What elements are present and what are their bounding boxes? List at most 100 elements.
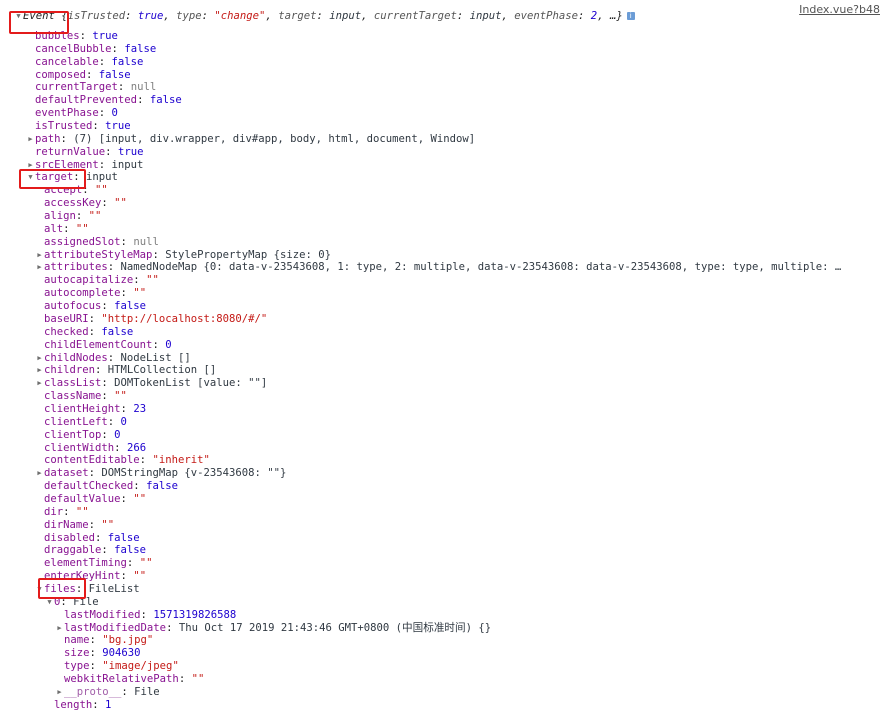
expand-triangle-icon[interactable]: ▶ — [55, 686, 64, 699]
property-row[interactable]: ▼ target: input — [26, 171, 118, 184]
expand-triangle-icon[interactable]: ▼ — [14, 10, 23, 23]
property-value: false — [124, 42, 157, 55]
property-value: null — [133, 235, 159, 248]
property-colon: : — [117, 81, 131, 94]
property-value: "image/jpeg" — [102, 660, 179, 673]
property-key: bubbles — [35, 30, 80, 42]
property-row[interactable]: ▼ files: FileList — [35, 582, 140, 596]
property-key: enterKeyHint — [44, 570, 121, 583]
property-key: elementTiming — [44, 557, 127, 570]
property-key: defaultPrevented — [35, 94, 138, 107]
property-key: baseURI — [44, 312, 89, 325]
property-value: "" — [139, 557, 153, 570]
property-colon: : — [120, 492, 134, 505]
property-value: false — [101, 325, 134, 338]
property-row[interactable]: ▶ attributes: NamedNodeMap {0: data-v-235… — [35, 261, 841, 274]
summary-colon: : — [316, 10, 330, 22]
property-colon: : — [166, 621, 179, 634]
property-value: "http://localhost:8080/#/" — [101, 312, 268, 325]
expand-triangle-icon[interactable]: ▶ — [35, 364, 44, 377]
property-row[interactable]: ▶ path: (7) [input, div.wrapper, div#app,… — [26, 133, 475, 146]
expand-triangle-icon[interactable]: ▶ — [35, 249, 44, 262]
expand-triangle-icon[interactable]: ▶ — [35, 467, 44, 480]
property-colon: : — [89, 634, 103, 647]
property-value: "" — [114, 197, 127, 210]
event-name: Event — [23, 10, 55, 22]
property-row[interactable]: ▼ 0: File — [45, 595, 99, 609]
expand-triangle-icon[interactable]: ▶ — [35, 352, 44, 365]
property-row[interactable]: ▶ dataset: DOMStringMap {v-23543608: ""} — [35, 467, 286, 480]
property-row: currentTarget: null — [26, 81, 156, 94]
expand-triangle-icon[interactable]: ▶ — [35, 377, 44, 390]
property-value: "" — [114, 390, 127, 403]
property-row: cancelable: false — [26, 56, 143, 69]
property-value: File — [134, 685, 160, 698]
property-key: eventPhase — [35, 107, 99, 120]
property-colon: : — [98, 107, 112, 120]
property-key: className — [44, 390, 102, 403]
property-colon: : — [89, 647, 103, 660]
summary-value: input — [469, 10, 502, 22]
property-colon: : — [101, 377, 115, 390]
property-row: clientHeight: 23 — [35, 403, 146, 416]
expand-triangle-icon[interactable]: ▶ — [35, 261, 44, 274]
property-key: files — [44, 582, 76, 595]
property-row[interactable]: ▶ lastModifiedDate: Thu Oct 17 2019 21:43… — [55, 622, 491, 635]
property-value: false — [146, 480, 178, 493]
property-value: false — [98, 68, 131, 81]
property-key: clientLeft — [44, 415, 108, 428]
property-colon: : — [107, 261, 121, 274]
property-row: className: "" — [35, 390, 127, 403]
property-row[interactable]: ▶ attributeStyleMap: StylePropertyMap {si… — [35, 249, 331, 262]
property-key: size — [64, 647, 90, 660]
property-value: FileList — [88, 582, 140, 595]
property-colon: : — [101, 428, 115, 441]
property-colon: : — [92, 120, 106, 133]
property-key: path — [35, 132, 61, 145]
property-key: accessKey — [44, 197, 102, 210]
property-colon: : — [107, 351, 121, 364]
property-value: true — [117, 145, 144, 158]
expand-triangle-icon[interactable]: ▶ — [26, 133, 35, 146]
info-icon[interactable]: i — [626, 12, 635, 20]
summary-value: input — [329, 10, 362, 22]
summary-separator: , — [163, 10, 177, 22]
property-row[interactable]: ▶ srcElement: input — [26, 159, 143, 172]
property-key: disabled — [44, 531, 96, 544]
summary-value: true — [137, 10, 164, 22]
property-value: File — [73, 595, 99, 608]
property-row: lastModified: 1571319826588 — [55, 609, 236, 622]
property-colon: : — [82, 184, 96, 197]
property-row: accept: "" — [35, 184, 108, 197]
property-value: false — [114, 300, 147, 313]
property-row[interactable]: ▶ classList: DOMTokenList [value: ""] — [35, 377, 267, 390]
property-key: dataset — [44, 467, 89, 480]
expand-triangle-icon[interactable]: ▶ — [55, 622, 64, 635]
property-colon: : — [139, 454, 153, 467]
property-row[interactable]: ▶ children: HTMLCollection [] — [35, 364, 216, 377]
property-key: dirName — [44, 518, 89, 531]
property-value: NodeList [] — [120, 351, 191, 364]
property-row[interactable]: ▶ childNodes: NodeList [] — [35, 351, 191, 365]
summary-key: target — [278, 10, 317, 22]
collapse-triangle-icon[interactable]: ▼ — [35, 583, 44, 596]
source-link[interactable]: Index.vue?b48 — [799, 3, 880, 16]
property-value: true — [105, 120, 131, 133]
collapse-triangle-icon[interactable]: ▼ — [26, 171, 35, 184]
summary-colon: : — [578, 10, 591, 22]
summary-key: currentTarget — [373, 10, 457, 22]
property-colon: : — [73, 171, 87, 184]
summary-separator: , — [501, 10, 515, 22]
property-colon: : — [101, 300, 115, 313]
event-header-row[interactable]: ▼ Event {isTrusted: true, type: "change",… — [14, 10, 635, 23]
summary-tail: , …} — [597, 10, 623, 22]
property-key: isTrusted — [35, 120, 93, 133]
property-key: type — [64, 660, 90, 673]
property-value: "" — [146, 274, 159, 287]
property-row[interactable]: ▶ __proto__: File — [55, 685, 160, 699]
property-colon: : — [101, 390, 115, 403]
collapse-triangle-icon[interactable]: ▼ — [45, 596, 54, 609]
expand-triangle-icon[interactable]: ▶ — [26, 159, 35, 172]
property-value: "" — [133, 492, 147, 505]
property-row: childElementCount: 0 — [35, 339, 172, 352]
